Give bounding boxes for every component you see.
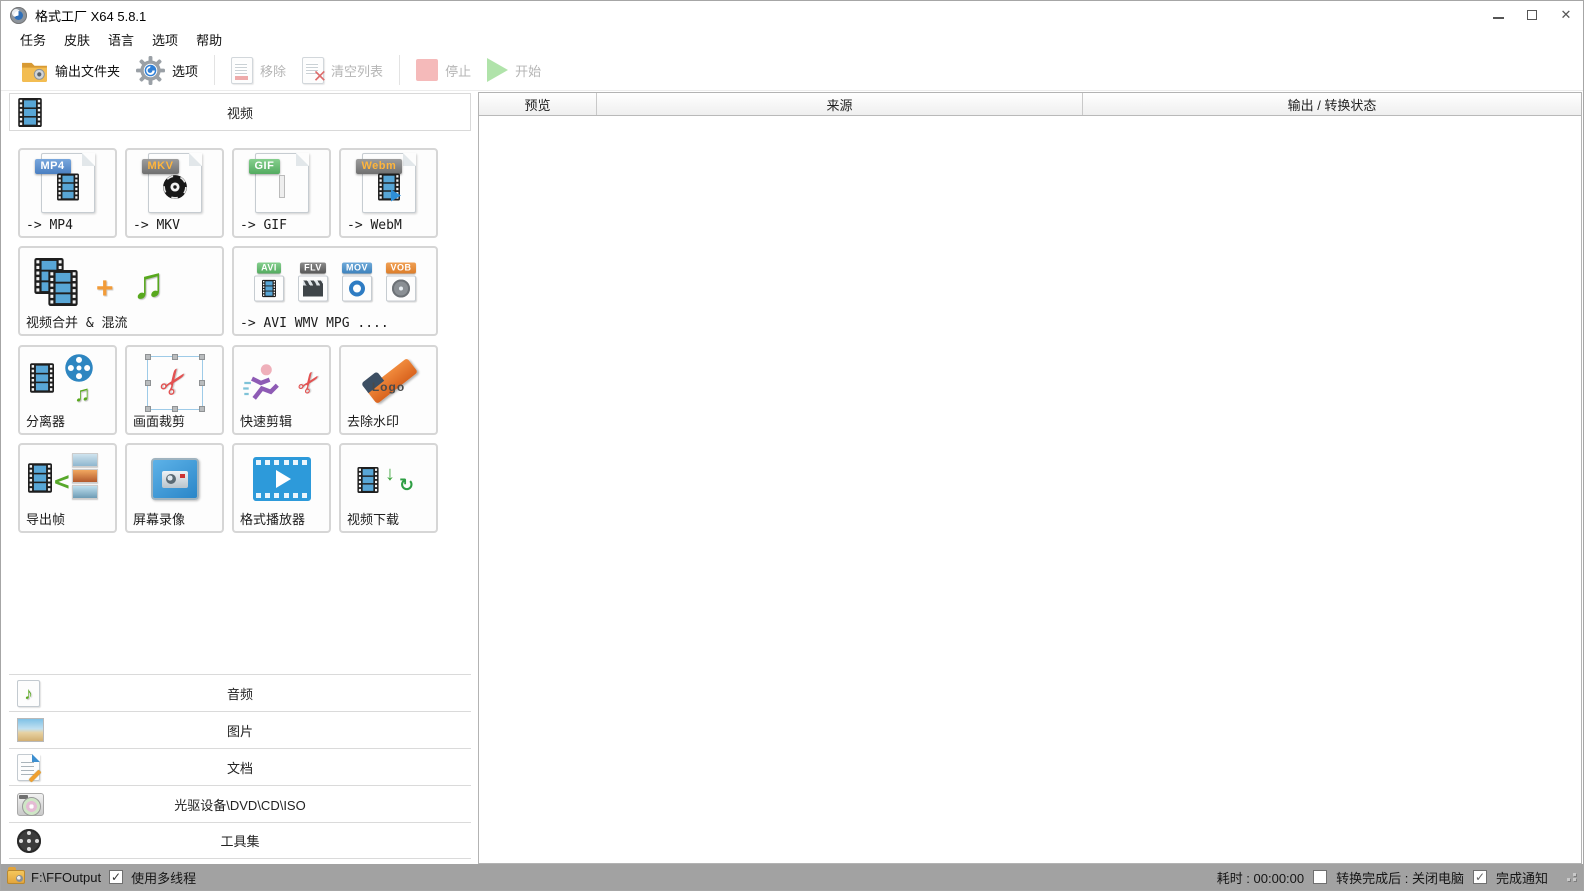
section-picture[interactable]: 图片 <box>9 711 471 748</box>
clear-list-icon: ✕ <box>302 57 324 84</box>
section-optical-dvd-cd-iso[interactable]: 光驱设备\DVD\CD\ISO <box>9 785 471 822</box>
options-button[interactable]: 选项 <box>128 53 206 88</box>
mp4-badge: MP4 <box>35 159 71 174</box>
toolbar-separator <box>399 55 400 85</box>
section-audio[interactable]: ♪ 音频 <box>9 674 471 711</box>
section-video[interactable]: 视频 <box>9 93 471 131</box>
shutdown-label: 转换完成后 : 关闭电脑 <box>1336 868 1464 887</box>
title-bar: 格式工厂 X64 5.8.1 ✕ <box>1 1 1583 29</box>
menu-bar: 任务 皮肤 语言 选项 帮助 <box>1 29 1583 50</box>
clear-list-button[interactable]: ✕ 清空列表 <box>294 54 391 87</box>
tile-format-player[interactable]: 格式播放器 <box>232 443 331 533</box>
webm-badge: Webm <box>356 159 403 174</box>
menu-help[interactable]: 帮助 <box>187 28 231 51</box>
vob-doc-icon: VOB <box>381 263 421 302</box>
close-button[interactable]: ✕ <box>1549 1 1583 29</box>
plus-icon: + <box>96 274 114 304</box>
window-title: 格式工厂 X64 5.8.1 <box>35 6 146 25</box>
notify-checkbox[interactable]: ✓ <box>1473 870 1487 884</box>
section-toolset[interactable]: 工具集 <box>9 822 471 859</box>
tile-splitter[interactable]: ♫ 分离器 <box>18 345 117 435</box>
tile-screen-record[interactable]: 屏幕录像 <box>125 443 224 533</box>
download-arrow-icon: ↓ <box>385 463 395 486</box>
remove-button[interactable]: 移除 <box>223 54 294 87</box>
column-preview[interactable]: 预览 <box>479 93 597 115</box>
film-icon <box>357 467 379 493</box>
start-icon <box>487 58 508 82</box>
section-document[interactable]: 文档 <box>9 748 471 785</box>
music-note-icon: ♫ <box>74 383 91 405</box>
toolbar-separator <box>214 55 215 85</box>
start-button[interactable]: 开始 <box>479 55 549 85</box>
notify-label: 完成通知 <box>1496 868 1548 887</box>
output-path: F:\FFOutput <box>31 870 101 885</box>
gear-icon <box>136 56 165 85</box>
tile-crop[interactable]: ✂ 画面裁剪 <box>125 345 224 435</box>
remove-doc-icon <box>231 57 253 84</box>
music-note-icon: ♫ <box>132 262 165 306</box>
menu-task[interactable]: 任务 <box>11 28 55 51</box>
task-list-panel: 预览 来源 输出 / 转换状态 <box>478 92 1582 864</box>
camcorder-icon <box>151 458 199 500</box>
disc-icon <box>162 174 188 200</box>
player-film-icon <box>253 457 311 501</box>
tile-quick-clip[interactable]: ✂ 快速剪辑 <box>232 345 331 435</box>
column-source[interactable]: 来源 <box>597 93 1083 115</box>
status-bar: F:\FFOutput ✓ 使用多线程 耗时 : 00:00:00 转换完成后 … <box>1 864 1583 890</box>
tile-to-mp4[interactable]: MP4 -> MP4 <box>18 148 117 238</box>
tile-video-download[interactable]: ↓ ↻ 视频下载 <box>339 443 438 533</box>
multithread-checkbox[interactable]: ✓ <box>109 870 123 884</box>
refresh-icon: ↻ <box>399 475 414 496</box>
tile-remove-watermark[interactable]: Logo 去除水印 <box>339 345 438 435</box>
task-list-header: 预览 来源 输出 / 转换状态 <box>479 93 1581 116</box>
task-list-empty-area[interactable] <box>479 116 1581 863</box>
tile-to-mkv[interactable]: MKV -> MKV <box>125 148 224 238</box>
reel-icon <box>64 353 94 383</box>
logo-text: Logo <box>372 380 405 394</box>
angle-icon: < <box>54 467 70 497</box>
multithread-label: 使用多线程 <box>131 868 196 887</box>
film-icon <box>30 363 54 393</box>
tile-to-gif[interactable]: GIF -> GIF <box>232 148 331 238</box>
menu-skin[interactable]: 皮肤 <box>55 28 99 51</box>
runner-icon <box>241 361 285 405</box>
stop-icon <box>416 59 438 81</box>
maximize-button[interactable] <box>1515 1 1549 29</box>
tile-video-merge-mux[interactable]: + ♫ 视频合并 & 混流 <box>18 246 224 336</box>
avi-doc-icon: AVI <box>249 263 289 302</box>
mkv-badge: MKV <box>142 159 180 174</box>
tile-to-webm[interactable]: Webm -> WebM <box>339 148 438 238</box>
elapsed-time: 耗时 : 00:00:00 <box>1217 868 1304 887</box>
menu-language[interactable]: 语言 <box>99 28 143 51</box>
tile-to-avi-wmv-mpg[interactable]: AVI FLV MOV VOB -> <box>232 246 438 336</box>
shutdown-checkbox[interactable] <box>1313 870 1327 884</box>
main-content: 视频 MP4 -> MP4 MKV -> MKV GIF <box>1 91 1583 864</box>
gif-badge: GIF <box>249 159 281 174</box>
folder-icon <box>7 870 25 884</box>
column-output-status[interactable]: 输出 / 转换状态 <box>1083 93 1581 115</box>
app-window: 格式工厂 X64 5.8.1 ✕ 任务 皮肤 语言 选项 帮助 输出文件夹 选项… <box>0 0 1584 891</box>
minimize-button[interactable] <box>1481 1 1515 29</box>
menu-options[interactable]: 选项 <box>143 28 187 51</box>
play-film-icon <box>378 174 400 201</box>
flv-doc-icon: FLV <box>293 263 333 302</box>
folder-icon <box>21 59 48 82</box>
film-icon <box>28 463 52 493</box>
toolbar: 输出文件夹 选项 移除 ✕ 清空列表 停止 开始 <box>1 50 1583 91</box>
output-folder-button[interactable]: 输出文件夹 <box>13 56 128 85</box>
tile-export-frames[interactable]: < 导出帧 <box>18 443 117 533</box>
scissors-icon: ✂ <box>152 361 196 404</box>
sunset-image-icon <box>280 178 284 196</box>
crop-selection-icon: ✂ <box>147 356 203 410</box>
scissors-icon: ✂ <box>291 365 327 400</box>
resize-grip[interactable] <box>1561 873 1577 881</box>
category-panel: 视频 MP4 -> MP4 MKV -> MKV GIF <box>9 93 471 860</box>
stop-button[interactable]: 停止 <box>408 56 479 84</box>
frame-thumbnails-icon <box>72 453 98 499</box>
category-sections: ♪ 音频 图片 文档 光驱设备\DVD\CD\ISO <box>9 674 471 859</box>
mov-doc-icon: MOV <box>337 263 377 302</box>
film-icon <box>57 174 79 201</box>
output-path-button[interactable]: F:\FFOutput <box>7 870 101 885</box>
app-logo-icon <box>10 7 27 24</box>
